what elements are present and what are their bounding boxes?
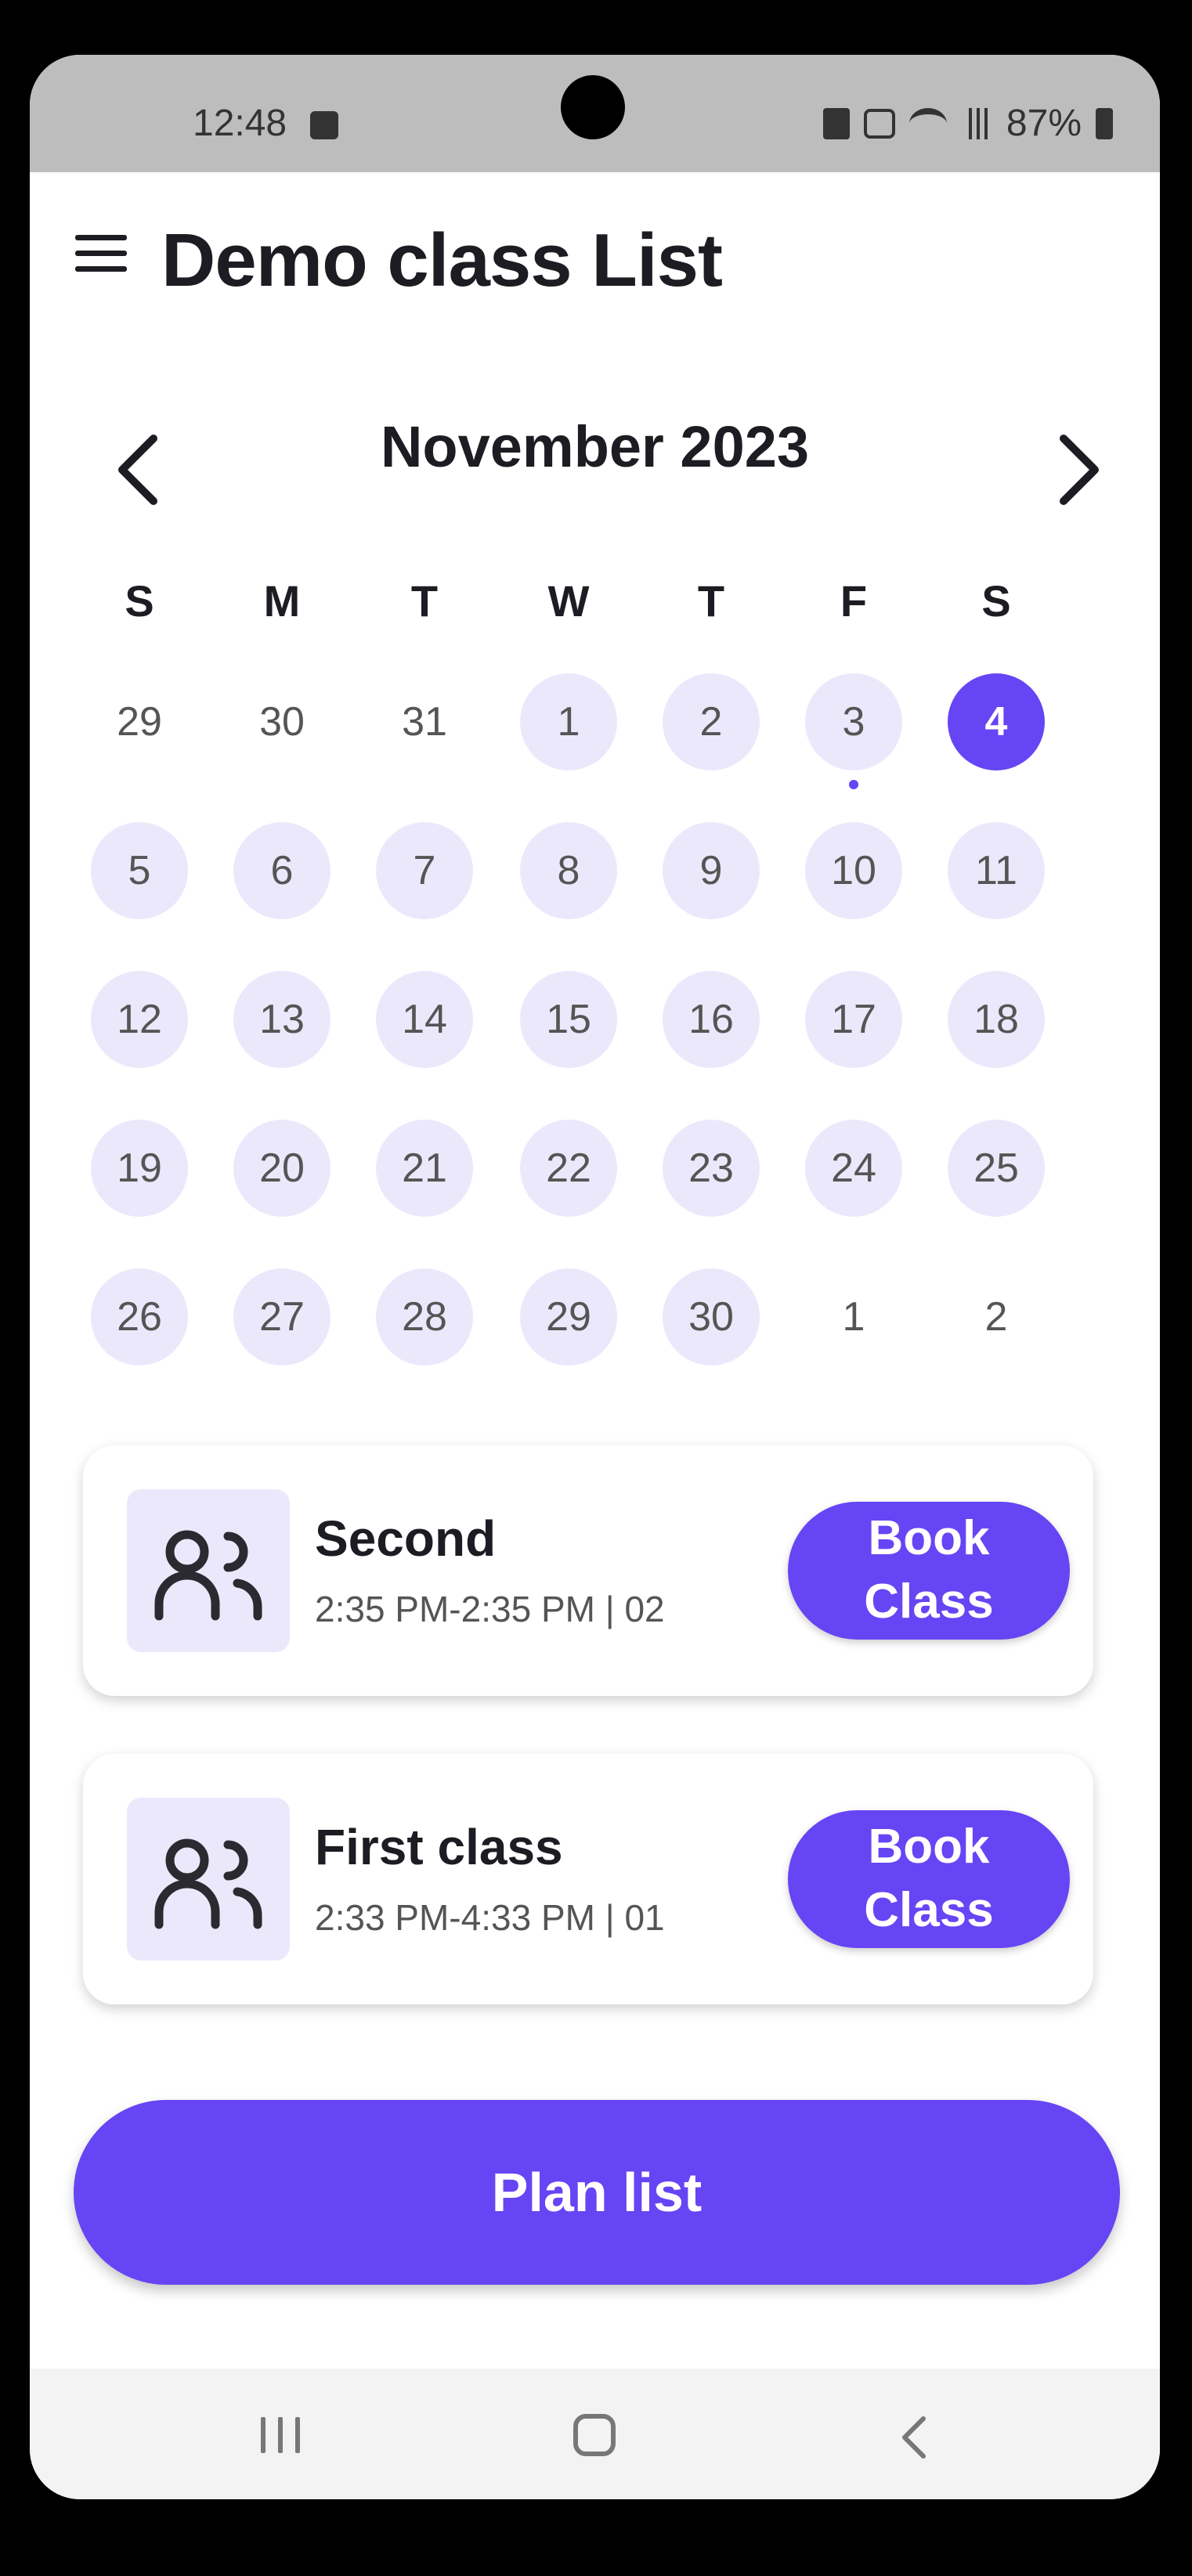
calendar-day[interactable]: 2 xyxy=(663,673,760,770)
calendar-day[interactable]: 6 xyxy=(233,822,331,919)
wifi-icon xyxy=(908,107,947,139)
class-title: Second xyxy=(315,1510,497,1567)
status-icons: 87% xyxy=(822,102,1113,145)
class-card[interactable]: Second 2:35 PM-2:35 PM | 02 Book Class xyxy=(83,1445,1093,1696)
battery-icon xyxy=(1096,107,1113,139)
calendar-day[interactable]: 26 xyxy=(91,1268,188,1366)
calendar-day[interactable]: 28 xyxy=(376,1268,473,1366)
event-dot-indicator xyxy=(849,780,858,789)
status-time: 12:48 xyxy=(193,103,287,144)
calendar-day[interactable]: 29 xyxy=(520,1268,617,1366)
phone-frame: 12:48 87% Demo class List November 2023 … xyxy=(0,0,1192,2576)
calendar-day[interactable]: 10 xyxy=(805,822,902,919)
photo-icon xyxy=(310,111,338,139)
calendar-day[interactable]: 30 xyxy=(663,1268,760,1366)
calendar-day[interactable]: 23 xyxy=(663,1120,760,1217)
calendar-day[interactable]: 15 xyxy=(520,971,617,1068)
calendar-header: November 2023 xyxy=(30,368,1160,505)
weekday-label: S xyxy=(125,576,154,626)
recents-icon[interactable] xyxy=(261,2417,303,2453)
calendar-day[interactable]: 2 xyxy=(948,1268,1045,1366)
signal-icon xyxy=(960,107,992,139)
weekday-label: M xyxy=(263,576,301,626)
month-label: November 2023 xyxy=(380,414,810,479)
chevron-right-icon[interactable] xyxy=(1046,431,1109,509)
class-card[interactable]: First class 2:33 PM-4:33 PM | 01 Book Class xyxy=(83,1754,1093,2004)
calendar-day[interactable]: 1 xyxy=(520,673,617,770)
battery-percent: 87% xyxy=(1006,103,1082,144)
class-title: First class xyxy=(315,1819,563,1875)
book-label-line2: Class xyxy=(864,1575,994,1629)
calendar-day[interactable]: 30 xyxy=(233,673,331,770)
book-label-line1: Book xyxy=(868,1820,990,1874)
calendar-day[interactable]: 14 xyxy=(376,971,473,1068)
calendar-day[interactable]: 24 xyxy=(805,1120,902,1217)
app-screen: 12:48 87% Demo class List November 2023 … xyxy=(30,55,1160,2499)
calendar-day[interactable]: 20 xyxy=(233,1120,331,1217)
book-class-button[interactable]: Book Class xyxy=(788,1502,1070,1640)
calendar-day[interactable]: 9 xyxy=(663,822,760,919)
calendar-day-selected[interactable]: 4 xyxy=(948,673,1045,770)
system-nav-bar xyxy=(30,2369,1160,2499)
app-bar: Demo class List xyxy=(30,172,1160,305)
calendar-day[interactable]: 5 xyxy=(91,822,188,919)
weekday-label: T xyxy=(410,576,439,626)
calendar-day[interactable]: 12 xyxy=(91,971,188,1068)
calendar-day[interactable]: 8 xyxy=(520,822,617,919)
status-bar: 12:48 87% xyxy=(30,55,1160,172)
hamburger-menu-icon[interactable] xyxy=(75,235,130,274)
class-time: 2:33 PM-4:33 PM | 01 xyxy=(315,1897,665,1938)
calendar-day[interactable]: 7 xyxy=(376,822,473,919)
weekday-label: T xyxy=(697,576,725,626)
calendar-day[interactable]: 17 xyxy=(805,971,902,1068)
calendar-day[interactable]: 13 xyxy=(233,971,331,1068)
calendar-day[interactable]: 27 xyxy=(233,1268,331,1366)
book-label-line1: Book xyxy=(868,1511,990,1566)
calendar-day[interactable]: 21 xyxy=(376,1120,473,1217)
group-icon xyxy=(127,1798,290,1961)
group-icon xyxy=(127,1489,290,1652)
page-title: Demo class List xyxy=(161,218,723,302)
class-time: 2:35 PM-2:35 PM | 02 xyxy=(315,1589,665,1629)
battery-saver-icon xyxy=(822,107,850,139)
weekday-label: F xyxy=(840,576,868,626)
weekday-label: S xyxy=(981,576,1011,626)
calendar-day[interactable]: 22 xyxy=(520,1120,617,1217)
weekday-label: W xyxy=(547,576,590,626)
plan-list-button[interactable]: Plan list xyxy=(74,2100,1120,2285)
calendar: November 2023 SMTWTFS 29 30 31 1 2 3 4 5 6 7 8 9 10 1… xyxy=(30,368,1160,1366)
calendar-day[interactable]: 16 xyxy=(663,971,760,1068)
mute-icon xyxy=(863,108,895,139)
front-camera xyxy=(561,75,625,139)
calendar-day[interactable]: 31 xyxy=(376,673,473,770)
calendar-day[interactable]: 11 xyxy=(948,822,1045,919)
book-class-button[interactable]: Book Class xyxy=(788,1810,1070,1948)
calendar-day[interactable]: 3 xyxy=(805,673,902,770)
calendar-day[interactable]: 1 xyxy=(805,1268,902,1366)
calendar-day[interactable]: 25 xyxy=(948,1120,1045,1217)
calendar-day[interactable]: 29 xyxy=(91,673,188,770)
home-icon[interactable] xyxy=(573,2414,616,2456)
calendar-day[interactable]: 18 xyxy=(948,971,1045,1068)
calendar-day[interactable]: 19 xyxy=(91,1120,188,1217)
back-icon[interactable] xyxy=(895,2414,934,2461)
book-label-line2: Class xyxy=(864,1883,994,1937)
